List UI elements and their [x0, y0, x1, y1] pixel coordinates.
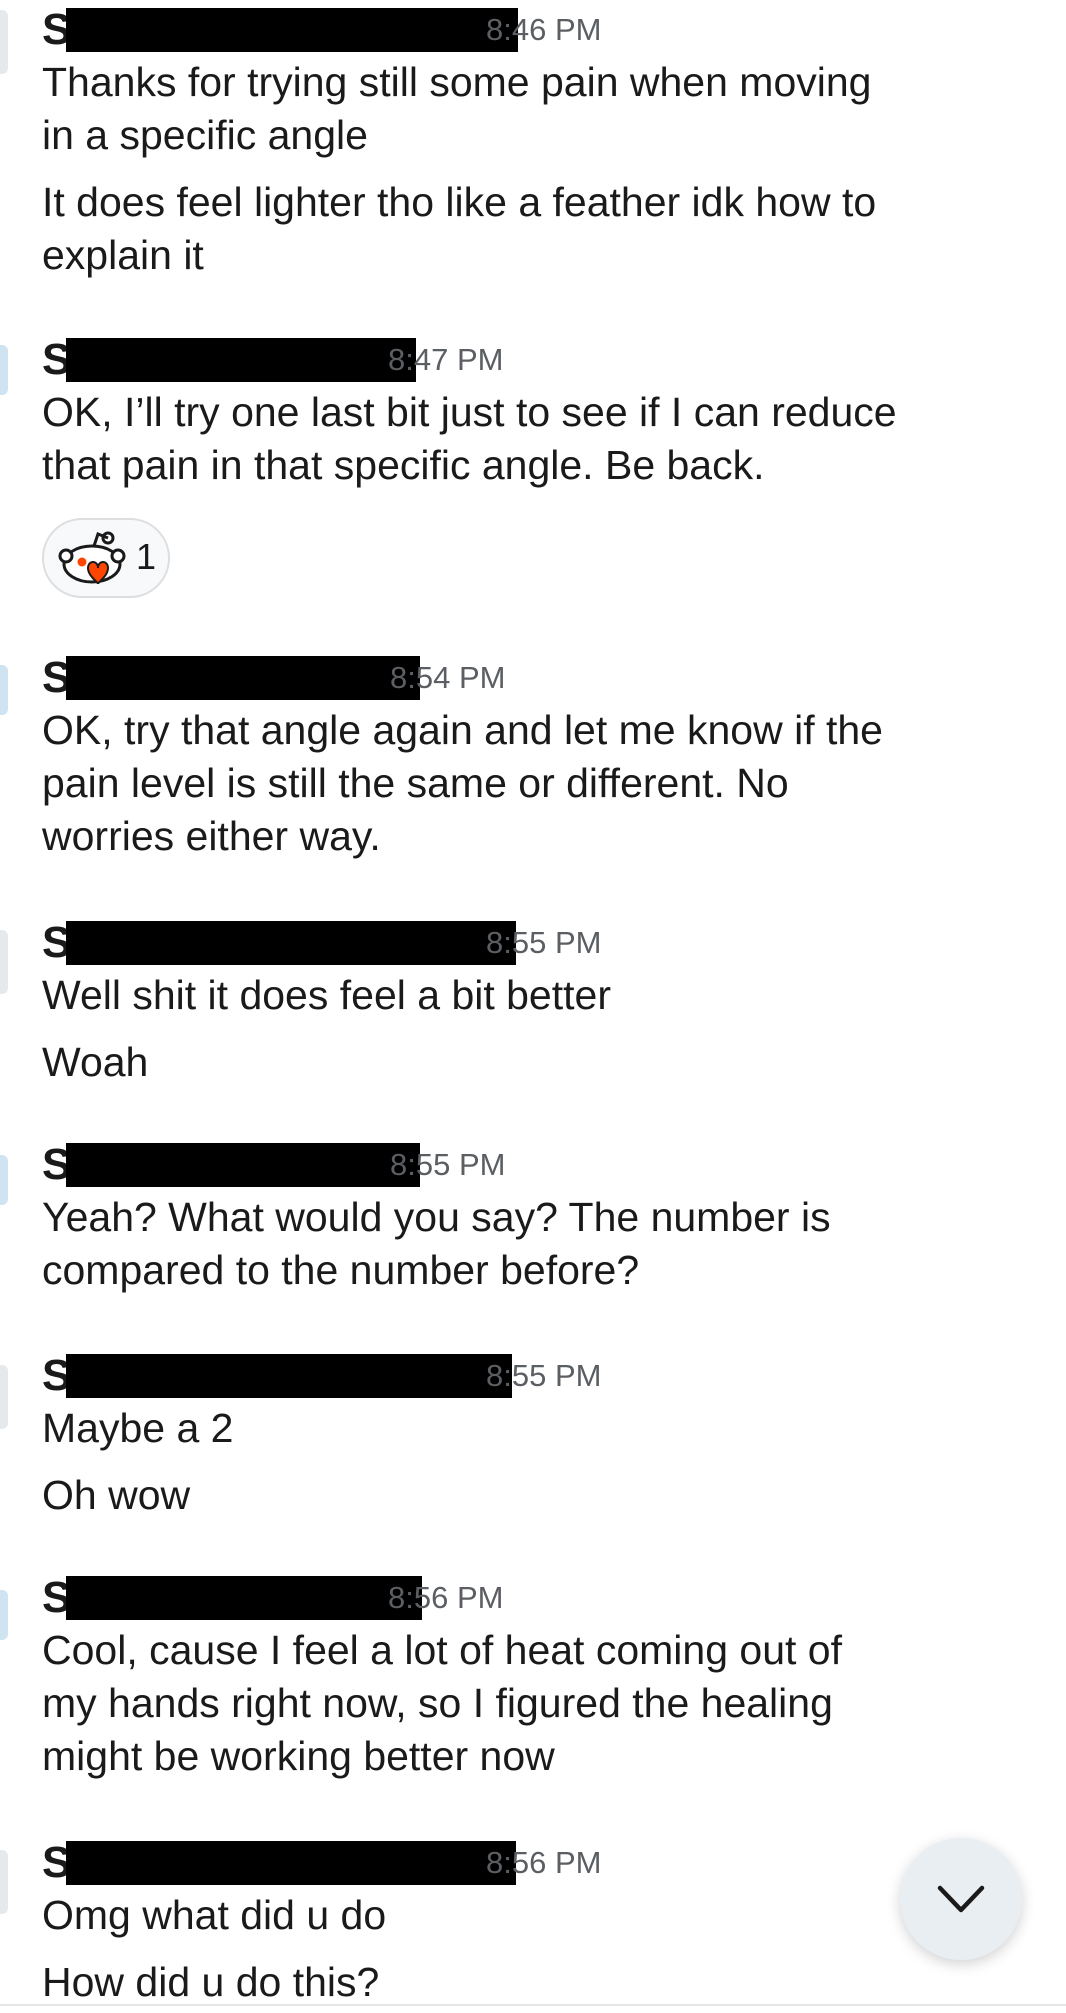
message-text: It does feel lighter tho like a feather …	[42, 179, 877, 225]
message-text: pain level is still the same or differen…	[42, 760, 789, 806]
timestamp: 8:47 PM	[388, 342, 504, 377]
timestamp: 8:54 PM	[390, 660, 506, 695]
message: S 8:56 PM Omg what did u do How did u do…	[42, 1837, 1022, 2009]
message-text: worries either way.	[42, 813, 381, 859]
redaction-bar	[66, 338, 416, 382]
message-header: S 8:56 PM	[42, 1837, 1022, 1889]
message-body: Maybe a 2 Oh wow	[42, 1402, 1022, 1522]
message-text: Well shit it does feel a bit better	[42, 972, 611, 1018]
message-text: that pain in that specific angle. Be bac…	[42, 442, 765, 488]
message-body: Thanks for trying still some pain when m…	[42, 56, 1022, 282]
message-text: might be working better now	[42, 1733, 555, 1779]
avatar-edge	[0, 1590, 8, 1640]
message: S 8:56 PM Cool, cause I feel a lot of he…	[42, 1572, 1022, 1783]
message: S 8:55 PM Maybe a 2 Oh wow	[42, 1350, 1022, 1522]
message-header: S 8:56 PM	[42, 1572, 1022, 1624]
message-header: S 8:54 PM	[42, 652, 1022, 704]
avatar-edge	[0, 10, 8, 74]
reaction-count: 1	[136, 536, 157, 577]
message-header: S 8:55 PM	[42, 917, 1022, 969]
message-body: OK, try that angle again and let me know…	[42, 704, 1022, 863]
divider	[0, 2004, 1066, 2006]
message-text: Omg what did u do	[42, 1892, 387, 1938]
message: S 8:54 PM OK, try that angle again and l…	[42, 652, 1022, 863]
message-header: S 8:55 PM	[42, 1139, 1022, 1191]
message: S 8:47 PM OK, I’ll try one last bit just…	[42, 334, 1022, 492]
avatar-edge	[0, 1365, 8, 1429]
chevron-down-icon	[937, 1885, 985, 1913]
message-text: my hands right now, so I figured the hea…	[42, 1680, 833, 1726]
avatar-edge	[0, 930, 8, 994]
message-header: S 8:55 PM	[42, 1350, 1022, 1402]
message-header: S 8:46 PM	[42, 4, 1022, 56]
message-text: compared to the number before?	[42, 1247, 640, 1293]
redaction-bar	[66, 8, 518, 52]
message-text: How did u do this?	[42, 1959, 380, 2005]
avatar-edge	[0, 345, 8, 395]
message-text: Yeah? What would you say? The number is	[42, 1194, 831, 1240]
message-text: Cool, cause I feel a lot of heat coming …	[42, 1627, 842, 1673]
redaction-bar	[66, 656, 420, 700]
message-text: Thanks for trying still some pain when m…	[42, 59, 872, 105]
avatar-edge	[0, 1155, 8, 1205]
avatar-edge	[0, 1850, 8, 1914]
message-text: in a specific angle	[42, 112, 368, 158]
message: S 8:55 PM Yeah? What would you say? The …	[42, 1139, 1022, 1297]
message-text: OK, try that angle again and let me know…	[42, 707, 883, 753]
timestamp: 8:56 PM	[486, 1845, 602, 1880]
scroll-to-bottom-button[interactable]	[900, 1838, 1022, 1960]
message-body: Cool, cause I feel a lot of heat coming …	[42, 1624, 1022, 1783]
message-body: Yeah? What would you say? The number is …	[42, 1191, 1022, 1297]
message-text: OK, I’ll try one last bit just to see if…	[42, 389, 897, 435]
message: S 8:55 PM Well shit it does feel a bit b…	[42, 917, 1022, 1089]
message-text: Oh wow	[42, 1472, 191, 1518]
redaction-bar	[66, 1841, 516, 1885]
message-text: Maybe a 2	[42, 1405, 234, 1451]
avatar-edge	[0, 665, 8, 715]
reaction-pill[interactable]: 1	[42, 518, 170, 598]
message-text: Woah	[42, 1039, 149, 1085]
message-header: S 8:47 PM	[42, 334, 1022, 386]
message-body: OK, I’ll try one last bit just to see if…	[42, 386, 1022, 492]
timestamp: 8:56 PM	[388, 1580, 504, 1615]
redaction-bar	[66, 1354, 512, 1398]
redaction-bar	[66, 1143, 420, 1187]
timestamp: 8:55 PM	[390, 1147, 506, 1182]
message-text: explain it	[42, 232, 204, 278]
redaction-bar	[66, 921, 516, 965]
message-body: Omg what did u do How did u do this?	[42, 1889, 1022, 2009]
timestamp: 8:46 PM	[486, 12, 602, 47]
snoo-heart-icon	[58, 531, 126, 585]
message-body: Well shit it does feel a bit better Woah	[42, 969, 1022, 1089]
timestamp: 8:55 PM	[486, 1358, 602, 1393]
redaction-bar	[66, 1576, 422, 1620]
timestamp: 8:55 PM	[486, 925, 602, 960]
message: S 8:46 PM Thanks for trying still some p…	[42, 4, 1022, 282]
